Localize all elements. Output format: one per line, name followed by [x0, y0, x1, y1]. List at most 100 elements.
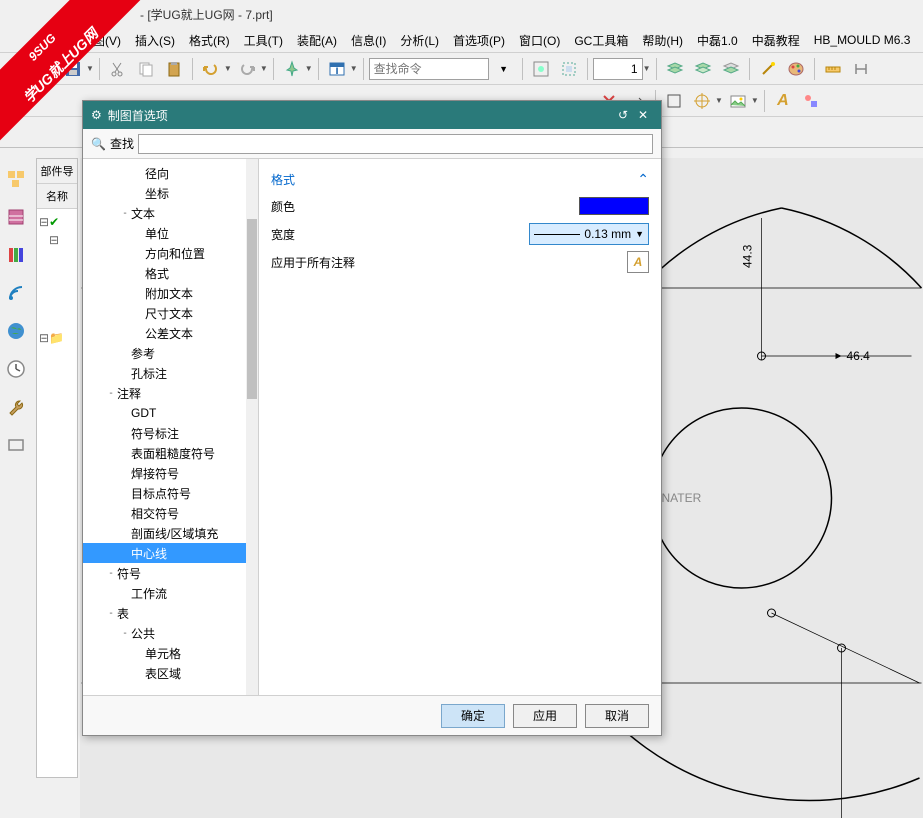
partnav-row[interactable]: ⊟✔	[39, 213, 75, 231]
menu-tools[interactable]: 工具(T)	[238, 30, 289, 51]
layer3-icon[interactable]	[718, 56, 744, 82]
svg-text:i: i	[335, 63, 338, 77]
crosshair-icon[interactable]	[689, 88, 715, 114]
color-label: 颜色	[271, 198, 579, 215]
undo-dropdown-icon[interactable]: ▼	[224, 64, 232, 73]
tree-node[interactable]: 工作流	[83, 583, 258, 603]
tree-node[interactable]: 公差文本	[83, 323, 258, 343]
part-nav-icon[interactable]	[3, 204, 29, 230]
tree-node[interactable]: -符号	[83, 563, 258, 583]
partnav-header-2: 名称	[37, 184, 77, 209]
menu-format[interactable]: 格式(R)	[183, 30, 236, 51]
save-dropdown-icon[interactable]: ▼	[86, 64, 94, 73]
tree-node[interactable]: 相交符号	[83, 503, 258, 523]
apply-button[interactable]: 应用	[513, 704, 577, 728]
cancel-button[interactable]: 取消	[585, 704, 649, 728]
paste-icon[interactable]	[161, 56, 187, 82]
cut-icon[interactable]	[105, 56, 131, 82]
menu-view[interactable]: 视图(V)	[75, 30, 127, 51]
tree-node[interactable]: 目标点符号	[83, 483, 258, 503]
signal-icon[interactable]	[3, 280, 29, 306]
tree-node[interactable]: -文本	[83, 203, 258, 223]
palette-icon[interactable]	[783, 56, 809, 82]
pin-icon[interactable]	[279, 56, 305, 82]
color-swatch[interactable]	[579, 197, 649, 215]
dialog-tree[interactable]: 径向坐标-文本单位方向和位置格式附加文本尺寸文本公差文本参考孔标注-注释GDT符…	[83, 159, 259, 695]
rect-icon[interactable]	[3, 432, 29, 458]
menu-window[interactable]: 窗口(O)	[513, 30, 566, 51]
menu-prefs[interactable]: 首选项(P)	[447, 30, 511, 51]
ruler-icon[interactable]	[820, 56, 846, 82]
tree-node[interactable]: 单元格	[83, 643, 258, 663]
tree-node[interactable]: 表区域	[83, 663, 258, 683]
tree-node[interactable]: 坐标	[83, 183, 258, 203]
open-icon[interactable]	[32, 56, 58, 82]
tree-scrollbar[interactable]	[246, 159, 258, 695]
wand-icon[interactable]	[755, 56, 781, 82]
menu-gctools[interactable]: GC工具箱	[568, 30, 634, 51]
menu-zl1[interactable]: 中磊1.0	[691, 30, 744, 51]
tree-node[interactable]: -公共	[83, 623, 258, 643]
dialog-search-input[interactable]	[138, 134, 653, 154]
svg-text:NATER: NATER	[662, 491, 702, 505]
number-input[interactable]	[593, 58, 643, 80]
menu-analyze[interactable]: 分析(L)	[394, 30, 445, 51]
tree-node[interactable]: 孔标注	[83, 363, 258, 383]
history-icon[interactable]	[3, 356, 29, 382]
search-dropdown-icon[interactable]: ▼	[491, 56, 517, 82]
menu-help[interactable]: 帮助(H)	[636, 30, 689, 51]
tree-node[interactable]: 格式	[83, 263, 258, 283]
close-icon[interactable]: ✕	[633, 108, 653, 122]
tree-node[interactable]: 径向	[83, 163, 258, 183]
menu-assembly[interactable]: 装配(A)	[291, 30, 343, 51]
tree-node[interactable]: 方向和位置	[83, 243, 258, 263]
square-icon[interactable]	[661, 88, 687, 114]
calipers-icon[interactable]	[848, 56, 874, 82]
tree-node[interactable]: -注释	[83, 383, 258, 403]
new-icon[interactable]	[4, 56, 30, 82]
tree-node[interactable]: -表	[83, 603, 258, 623]
undo-icon[interactable]	[198, 56, 224, 82]
part-navigator: 部件导 名称 ⊟✔ ⊟ ⊟📁	[36, 158, 78, 778]
tree-node[interactable]: 尺寸文本	[83, 303, 258, 323]
copy-icon[interactable]	[133, 56, 159, 82]
layer2-icon[interactable]	[690, 56, 716, 82]
shapes-icon[interactable]	[798, 88, 824, 114]
layer1-icon[interactable]	[662, 56, 688, 82]
menu-info[interactable]: 信息(I)	[345, 30, 392, 51]
fitselect-icon[interactable]	[556, 56, 582, 82]
tree-node[interactable]: 单位	[83, 223, 258, 243]
fit-icon[interactable]	[528, 56, 554, 82]
tree-node[interactable]: 附加文本	[83, 283, 258, 303]
tree-node[interactable]: 参考	[83, 343, 258, 363]
tree-node[interactable]: 剖面线/区域填充	[83, 523, 258, 543]
wrench-icon[interactable]	[3, 394, 29, 420]
partnav-row[interactable]: ⊟📁	[39, 329, 75, 347]
partnav-row[interactable]: ⊟	[39, 231, 75, 249]
tree-node[interactable]: 焊接符号	[83, 463, 258, 483]
infobox-icon[interactable]: i	[324, 56, 350, 82]
width-dropdown[interactable]: 0.13 mm ▼	[529, 223, 649, 245]
menu-insert[interactable]: 插入(S)	[129, 30, 181, 51]
text-a-icon[interactable]: A	[770, 88, 796, 114]
tree-node[interactable]: 表面粗糙度符号	[83, 443, 258, 463]
reset-icon[interactable]: ↺	[613, 108, 633, 122]
menu-zltut[interactable]: 中磊教程	[746, 30, 806, 51]
books-icon[interactable]	[3, 242, 29, 268]
command-search-input[interactable]	[369, 58, 489, 80]
save-icon[interactable]	[60, 56, 86, 82]
apply-all-button[interactable]: A	[627, 251, 649, 273]
section-header[interactable]: 格式 ⌃	[271, 167, 649, 192]
redo-dropdown-icon[interactable]: ▼	[260, 64, 268, 73]
search-label: 查找	[110, 135, 134, 152]
ok-button[interactable]: 确定	[441, 704, 505, 728]
tree-node[interactable]: 符号标注	[83, 423, 258, 443]
menu-hbmould[interactable]: HB_MOULD M6.3	[808, 31, 917, 49]
assembly-nav-icon[interactable]	[3, 166, 29, 192]
globe-icon[interactable]	[3, 318, 29, 344]
toolbar-row-1: ▼ ▼ ▼ ▼ i ▼ ▼ ▼	[0, 52, 923, 84]
photo-icon[interactable]	[725, 88, 751, 114]
tree-node[interactable]: 中心线	[83, 543, 258, 563]
tree-node[interactable]: GDT	[83, 403, 258, 423]
redo-icon[interactable]	[234, 56, 260, 82]
